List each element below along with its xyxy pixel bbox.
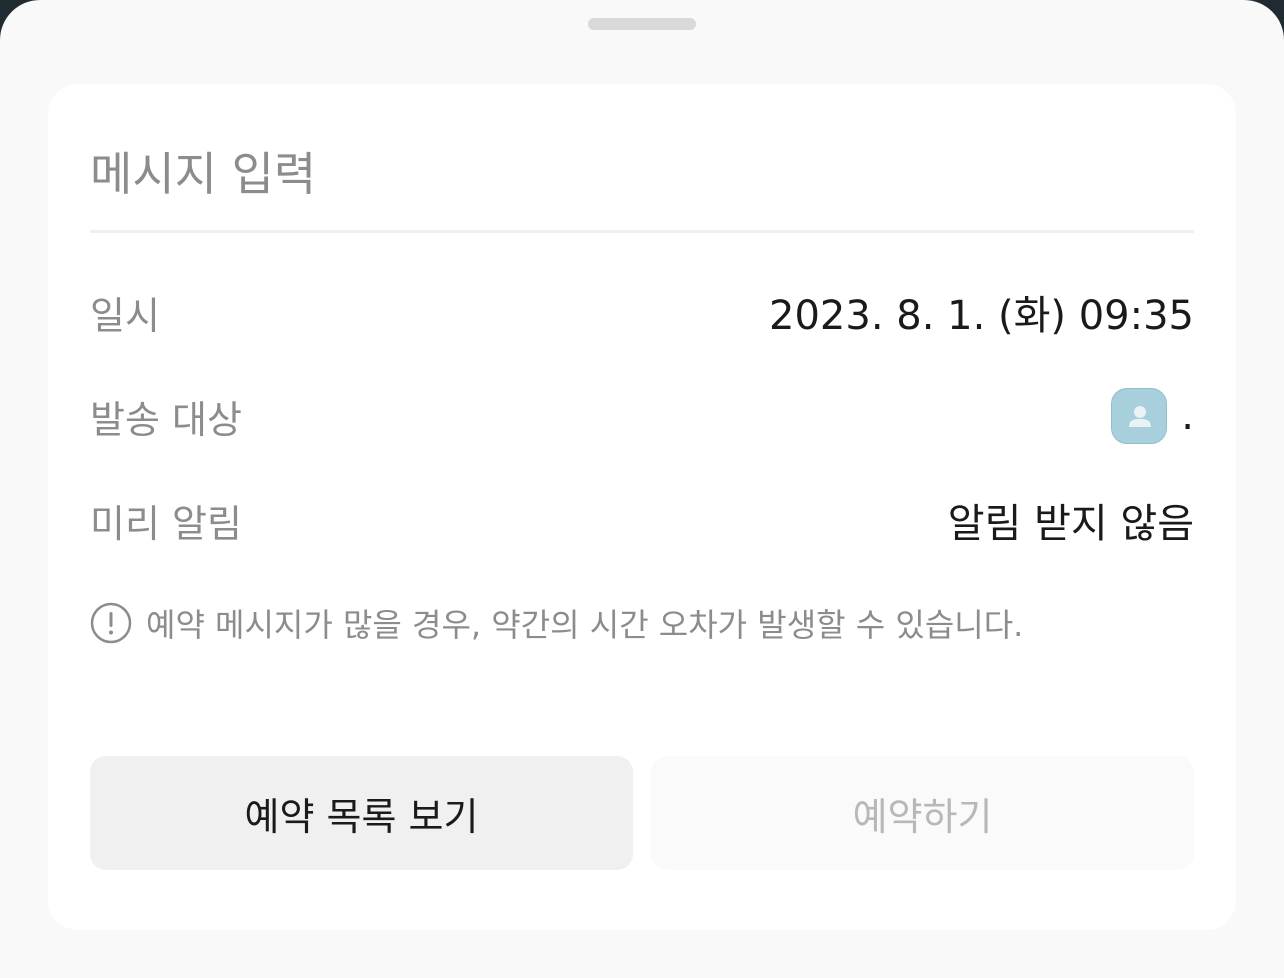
alarm-label: 미리 알림 bbox=[90, 501, 242, 546]
target-label: 발송 대상 bbox=[90, 397, 242, 442]
message-input[interactable] bbox=[90, 144, 1194, 204]
target-name: . bbox=[1181, 393, 1194, 439]
alarm-value[interactable]: 알림 받지 않음 bbox=[948, 491, 1194, 549]
sheet-drag-handle[interactable] bbox=[588, 18, 696, 30]
divider bbox=[90, 230, 1194, 233]
view-reservation-list-button[interactable]: 예약 목록 보기 bbox=[90, 756, 633, 870]
date-label: 일시 bbox=[90, 293, 160, 338]
exclamation-circle-icon bbox=[90, 602, 132, 644]
reservation-card: 일시 2023. 8. 1. (화) 09:35 발송 대상 . 미리 알림 알… bbox=[48, 84, 1236, 930]
target-value[interactable]: . bbox=[1111, 388, 1194, 444]
alarm-row: 미리 알림 알림 받지 않음 bbox=[90, 490, 1194, 550]
date-value[interactable]: 2023. 8. 1. (화) 09:35 bbox=[769, 283, 1194, 341]
target-row: 발송 대상 . bbox=[90, 386, 1194, 446]
notice-text: 예약 메시지가 많을 경우, 약간의 시간 오차가 발생할 수 있습니다. bbox=[146, 606, 1024, 644]
notice: 예약 메시지가 많을 경우, 약간의 시간 오차가 발생할 수 있습니다. bbox=[90, 600, 1023, 646]
reserve-button[interactable]: 예약하기 bbox=[651, 756, 1194, 870]
date-row: 일시 2023. 8. 1. (화) 09:35 bbox=[90, 282, 1194, 342]
person-icon bbox=[1111, 388, 1168, 444]
bottom-sheet: 일시 2023. 8. 1. (화) 09:35 발송 대상 . 미리 알림 알… bbox=[0, 0, 1284, 978]
